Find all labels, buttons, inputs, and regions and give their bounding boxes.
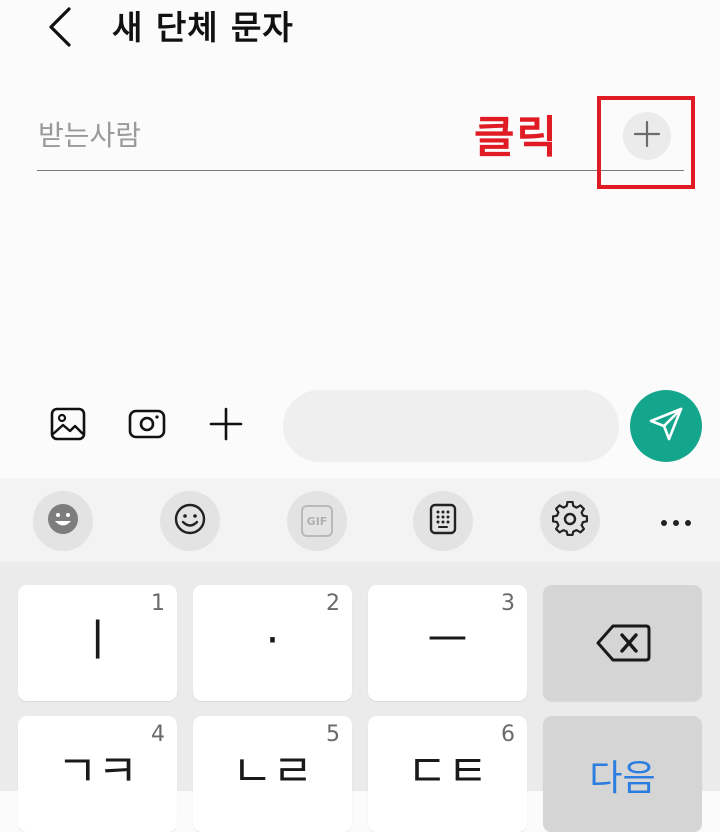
keyboard-settings-button[interactable]	[540, 491, 600, 551]
key-character: ㄱㅋ	[57, 746, 138, 797]
numeric-keypad-icon	[427, 503, 459, 539]
recipient-field[interactable]: 받는사람	[38, 112, 141, 160]
attach-button[interactable]	[204, 404, 248, 448]
camera-icon	[128, 408, 166, 444]
key-5[interactable]: 5 ㄴㄹ	[193, 716, 352, 832]
key-2[interactable]: 2 ·	[193, 585, 352, 701]
key-character: ㄴㄹ	[232, 746, 313, 797]
plus-icon	[208, 406, 244, 446]
gallery-icon	[50, 407, 86, 445]
camera-button[interactable]	[125, 404, 169, 448]
next-label: 다음	[589, 758, 656, 799]
key-character: ㅣ	[77, 615, 118, 666]
key-1[interactable]: 1 ㅣ	[18, 585, 177, 701]
gallery-button[interactable]	[46, 404, 90, 448]
gif-icon: GIF	[301, 505, 333, 537]
next-key[interactable]: 다음	[543, 716, 702, 832]
key-character: ·	[265, 615, 280, 666]
settings-icon	[551, 500, 589, 541]
recipient-underline	[37, 170, 684, 171]
smiley-icon	[172, 501, 208, 541]
key-4[interactable]: 4 ㄱㅋ	[18, 716, 177, 832]
send-icon	[647, 405, 685, 447]
key-3[interactable]: 3 ㅡ	[368, 585, 527, 701]
keyboard-toolbar	[0, 478, 720, 562]
more-icon	[660, 512, 692, 531]
message-input[interactable]	[283, 390, 619, 462]
click-annotation: 클릭	[474, 112, 559, 163]
emoji-face-button[interactable]	[33, 491, 93, 551]
send-button[interactable]	[630, 390, 702, 462]
highlight-box	[597, 96, 695, 189]
sticker-button[interactable]	[160, 491, 220, 551]
backspace-key[interactable]	[543, 585, 702, 701]
more-button[interactable]	[646, 491, 706, 551]
key-character: ㅡ	[427, 615, 468, 666]
page-title: 새 단체 문자	[112, 8, 294, 47]
backspace-icon	[595, 623, 651, 667]
key-6[interactable]: 6 ㄷㅌ	[368, 716, 527, 832]
key-character: ㄷㅌ	[407, 746, 488, 797]
gif-button[interactable]: GIF	[287, 491, 347, 551]
back-button[interactable]	[30, 4, 90, 54]
chevron-left-icon	[45, 5, 75, 53]
gif-label: GIF	[306, 514, 328, 528]
numeric-keypad-button[interactable]	[413, 491, 473, 551]
emoji-face-icon	[45, 501, 81, 541]
